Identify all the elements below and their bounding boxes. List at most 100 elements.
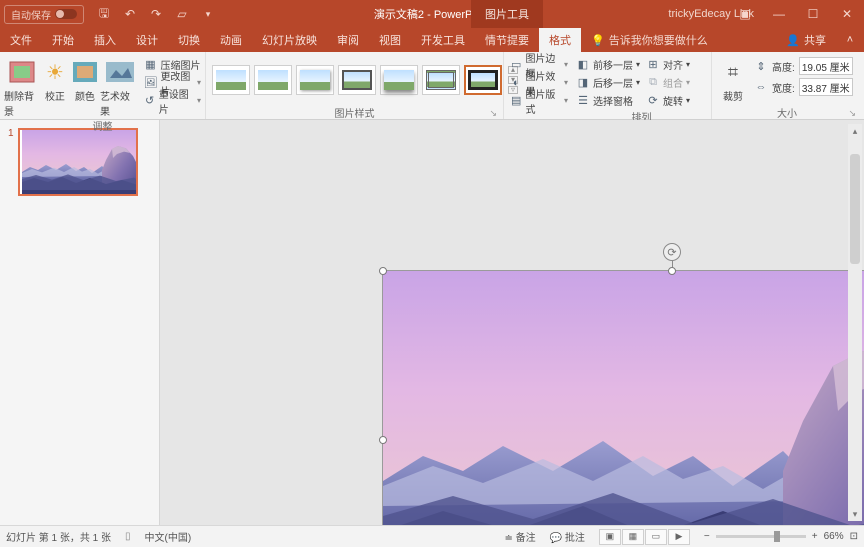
slide-count-status[interactable]: 幻灯片 第 1 张，共 1 张 — [6, 529, 111, 544]
share-button[interactable]: 👤共享 — [776, 28, 836, 52]
status-bar: 幻灯片 第 1 张，共 1 张 ▯ 中文(中国) ≐ 备注 💬 批注 ▣ ▦ ▭… — [0, 525, 864, 547]
remove-background-button[interactable]: 删除背景 — [4, 54, 40, 118]
style-thumb-4[interactable] — [338, 65, 376, 95]
sorter-view-icon[interactable]: ▦ — [622, 529, 644, 545]
comments-button[interactable]: 💬 批注 — [550, 529, 585, 544]
styles-dialog-launcher-icon[interactable]: ↘ — [489, 108, 497, 119]
layout-icon: ▤ — [510, 94, 522, 108]
normal-view-icon[interactable]: ▣ — [599, 529, 621, 545]
minimize-icon[interactable]: — — [762, 0, 796, 28]
zoom-in-icon[interactable]: + — [812, 531, 818, 542]
tab-insert[interactable]: 插入 — [84, 28, 126, 52]
slide-canvas[interactable]: ⟳ ▴ ▾ — [160, 120, 864, 525]
width-input[interactable] — [799, 78, 853, 96]
title-bar: 自动保存 🖫 ↶ ↷ ▱ ▾ 演示文稿2 - PowerPoint 图片工具 t… — [0, 0, 864, 28]
tab-file[interactable]: 文件 — [0, 28, 42, 52]
tab-transitions[interactable]: 切换 — [168, 28, 210, 52]
slideshow-view-icon[interactable]: ▶ — [668, 529, 690, 545]
group-button[interactable]: ⧉组合▾ — [646, 74, 690, 91]
remove-bg-icon — [7, 58, 37, 86]
tab-animations[interactable]: 动画 — [210, 28, 252, 52]
height-input[interactable] — [799, 57, 853, 75]
scroll-down-icon[interactable]: ▾ — [848, 507, 862, 521]
corrections-button[interactable]: ☀校正 — [40, 54, 70, 103]
group-size: ⌗裁剪 ⇕高度: ⇔宽度: 大小↘ — [712, 52, 862, 119]
width-icon: ⇔ — [754, 80, 768, 94]
save-icon[interactable]: 🖫 — [92, 2, 116, 26]
resize-handle-w[interactable] — [379, 436, 387, 444]
tab-design[interactable]: 设计 — [126, 28, 168, 52]
undo-icon[interactable]: ↶ — [118, 2, 142, 26]
reset-icon: ↺ — [143, 94, 155, 108]
bulb-icon: 💡 — [591, 34, 605, 47]
rotate-button[interactable]: ⟳旋转▾ — [646, 92, 690, 109]
tab-developer[interactable]: 开发工具 — [411, 28, 475, 52]
artistic-effects-button[interactable]: 艺术效果 — [100, 54, 140, 118]
style-thumb-2[interactable] — [254, 65, 292, 95]
rotation-handle[interactable]: ⟳ — [663, 243, 681, 261]
slide-thumbnail-1[interactable] — [18, 128, 138, 196]
tab-view[interactable]: 视图 — [369, 28, 411, 52]
spell-check-icon[interactable]: ▯ — [125, 531, 131, 542]
reset-picture-button[interactable]: ↺重设图片▾ — [143, 92, 201, 109]
height-label: 高度: — [772, 59, 795, 74]
color-icon — [70, 58, 100, 86]
qat-more-icon[interactable]: ▾ — [196, 2, 220, 26]
group-picture-cmds: ▭图片边框▾ ◐图片效果▾ ▤图片版式▾ — [504, 52, 572, 119]
close-icon[interactable]: ✕ — [830, 0, 864, 28]
zoom-out-icon[interactable]: − — [704, 531, 710, 542]
resize-handle-nw[interactable] — [379, 267, 387, 275]
scrollbar-thumb[interactable] — [850, 154, 860, 264]
share-icon: 👤 — [786, 34, 800, 47]
align-button[interactable]: ⊞对齐▾ — [646, 56, 690, 73]
maximize-icon[interactable]: ☐ — [796, 0, 830, 28]
resize-handle-n[interactable] — [668, 267, 676, 275]
width-label: 宽度: — [772, 80, 795, 95]
group-label-size: 大小 — [777, 109, 797, 120]
change-picture-icon: 🖼 — [143, 76, 157, 90]
collapse-ribbon-icon[interactable]: ˄ — [836, 28, 864, 52]
vertical-scrollbar[interactable]: ▴ ▾ — [848, 124, 862, 521]
ribbon-display-options-icon[interactable]: ▣ — [728, 0, 762, 28]
picture-layout-button[interactable]: ▤图片版式▾ — [510, 92, 568, 109]
bring-forward-button[interactable]: ◧前移一层▾ — [576, 56, 640, 73]
send-backward-button[interactable]: ◨后移一层▾ — [576, 74, 640, 91]
notes-button[interactable]: ≐ 备注 — [505, 529, 536, 544]
size-dialog-launcher-icon[interactable]: ↘ — [848, 108, 856, 119]
style-thumb-6[interactable] — [422, 65, 460, 95]
slide-number: 1 — [8, 128, 14, 196]
slide-thumbnail-panel[interactable]: 1 — [0, 120, 160, 525]
language-status[interactable]: 中文(中国) — [145, 529, 192, 544]
zoom-slider[interactable] — [716, 535, 806, 538]
tab-slideshow[interactable]: 幻灯片放映 — [252, 28, 327, 52]
style-thumb-3[interactable] — [296, 65, 334, 95]
group-label-adjust: 调整 — [93, 122, 113, 133]
style-thumb-7[interactable] — [464, 65, 502, 95]
tab-format[interactable]: 格式 — [539, 28, 581, 52]
autosave-toggle[interactable]: 自动保存 — [4, 5, 84, 24]
fit-to-window-icon[interactable]: ⊡ — [850, 531, 858, 542]
tab-home[interactable]: 开始 — [42, 28, 84, 52]
selected-image[interactable]: ⟳ — [382, 270, 864, 525]
redo-icon[interactable]: ↷ — [144, 2, 168, 26]
start-from-beginning-icon[interactable]: ▱ — [170, 2, 194, 26]
tab-review[interactable]: 审阅 — [327, 28, 369, 52]
border-icon: ▭ — [510, 58, 522, 72]
tab-storyline[interactable]: 情节提要 — [475, 28, 539, 52]
color-button[interactable]: 颜色 — [70, 54, 100, 103]
zoom-percent[interactable]: 66% — [824, 531, 844, 542]
picture-styles-gallery[interactable]: ▴▾▿ — [210, 61, 522, 99]
crop-button[interactable]: ⌗裁剪 — [716, 54, 750, 103]
tell-me-search[interactable]: 💡告诉我你想要做什么 — [581, 28, 718, 52]
style-thumb-1[interactable] — [212, 65, 250, 95]
group-picture-styles: ▴▾▿ 图片样式↘ — [206, 52, 504, 119]
send-backward-icon: ◨ — [576, 76, 590, 90]
selection-pane-icon: ☰ — [576, 94, 590, 108]
scroll-up-icon[interactable]: ▴ — [848, 124, 862, 138]
style-thumb-5[interactable] — [380, 65, 418, 95]
reading-view-icon[interactable]: ▭ — [645, 529, 667, 545]
group-adjust: 删除背景 ☀校正 颜色 艺术效果 ▦压缩图片 🖼更改图片▾ ↺重设图片▾ 调整 — [0, 52, 206, 119]
sun-icon: ☀ — [40, 58, 70, 86]
zoom-control[interactable]: − + 66% ⊡ — [704, 531, 858, 542]
selection-pane-button[interactable]: ☰选择窗格 — [576, 92, 640, 109]
